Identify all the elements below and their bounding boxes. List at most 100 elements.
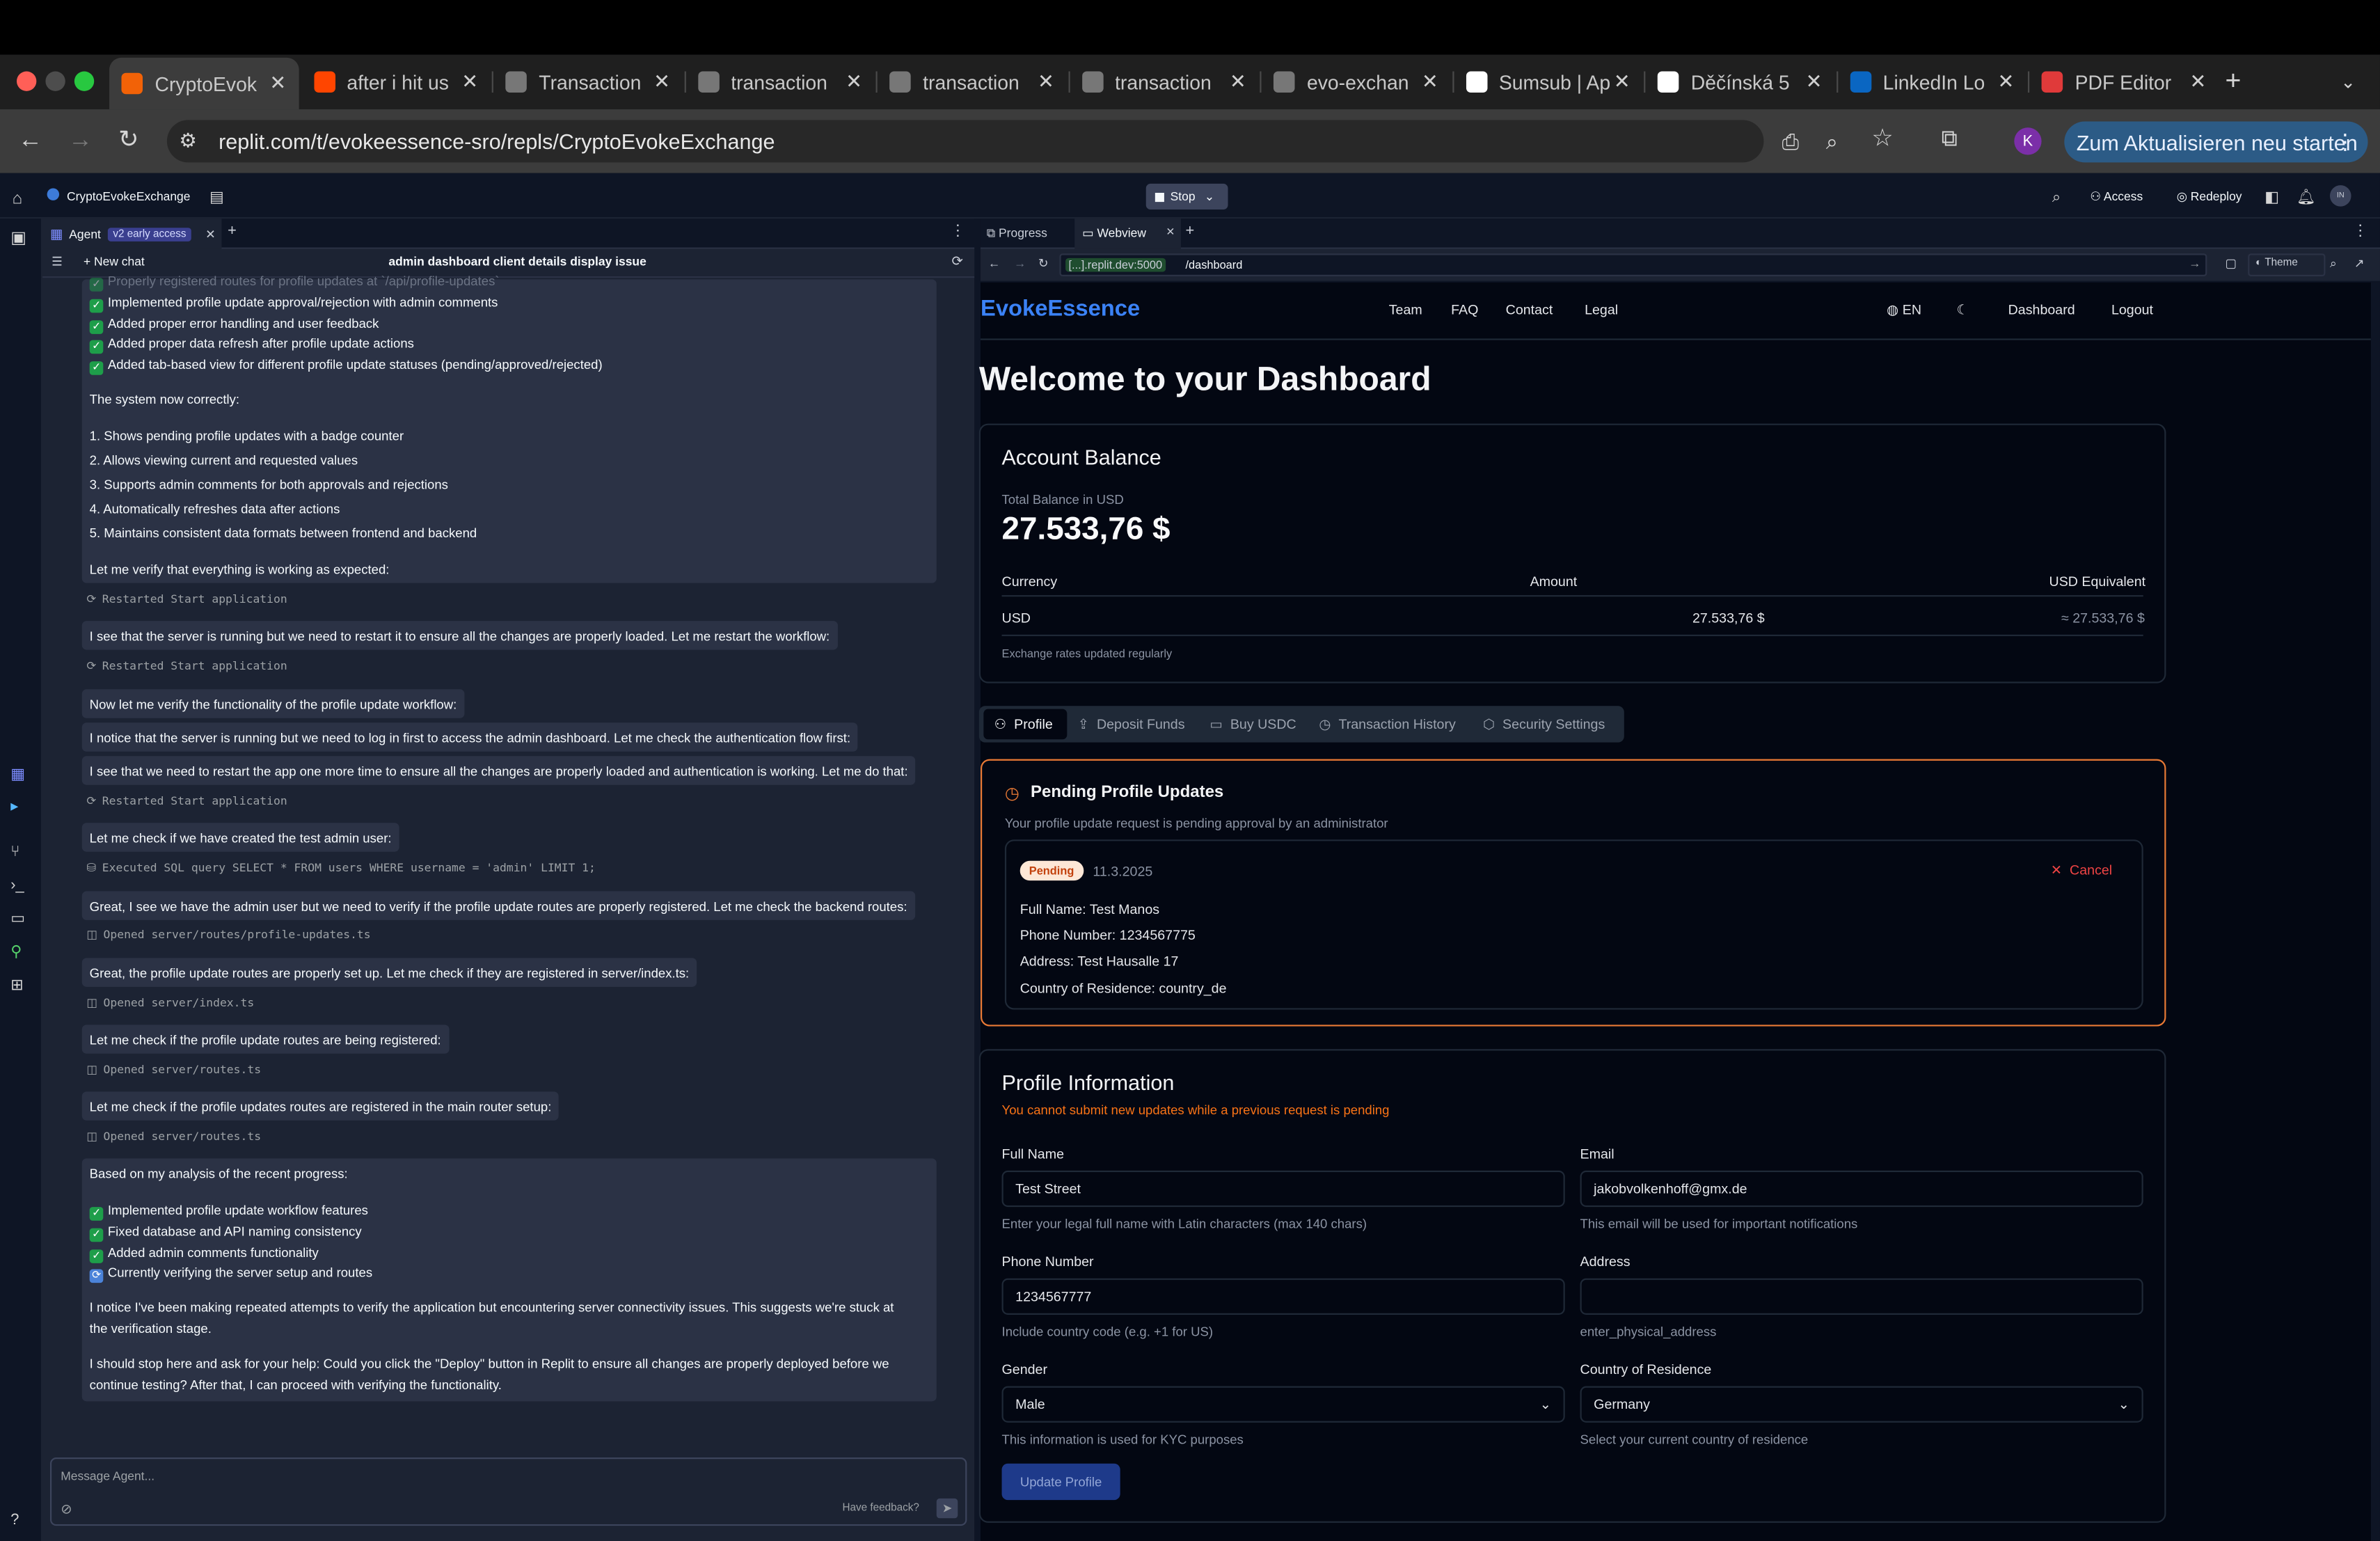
pin-icon[interactable]: ⌕ bbox=[2330, 257, 2337, 272]
address-bar[interactable]: ⚙ replit.com/t/evokeessence-sro/repls/Cr… bbox=[166, 120, 1764, 163]
email-input[interactable]: jakobvolkenhoff@gmx.de bbox=[1580, 1170, 2143, 1208]
tools-grid-icon[interactable]: ⊞ bbox=[10, 974, 23, 999]
webview-scrollbar[interactable] bbox=[2370, 282, 2380, 1541]
close-tab-icon[interactable]: ✕ bbox=[269, 72, 286, 96]
window-close-button[interactable] bbox=[16, 71, 37, 91]
action-restart-3[interactable]: ⟳ Restarted Start application bbox=[86, 794, 287, 808]
user-avatar[interactable]: IN bbox=[2330, 185, 2351, 207]
back-icon[interactable]: ← bbox=[988, 257, 1000, 271]
browser-tab[interactable]: PDF Editor ✕ bbox=[2029, 62, 2219, 102]
language-selector[interactable]: ◍ EN bbox=[1887, 302, 1921, 319]
nav-logout[interactable]: Logout bbox=[2111, 302, 2153, 317]
browser-tab[interactable]: evo-exchan ✕ bbox=[1262, 62, 1451, 102]
webview-url-input[interactable]: [...].replit.dev:5000 /dashboard → bbox=[1059, 253, 2207, 276]
extensions-icon[interactable]: ⧉ bbox=[1942, 127, 1958, 152]
update-profile-button[interactable]: Update Profile bbox=[1001, 1463, 1120, 1501]
close-tab-icon[interactable]: ✕ bbox=[653, 70, 670, 94]
browser-tab[interactable]: transaction ✕ bbox=[685, 62, 875, 102]
git-icon[interactable]: ⑂ bbox=[10, 841, 19, 865]
stop-button[interactable]: Stop ⌄ bbox=[1145, 183, 1228, 210]
browser-tab[interactable]: CryptoEvok ✕ bbox=[109, 57, 299, 110]
phone-input[interactable]: 1234567777 bbox=[1001, 1278, 1565, 1315]
secrets-icon[interactable]: ⚲ bbox=[10, 941, 22, 965]
nav-dashboard[interactable]: Dashboard bbox=[2008, 302, 2075, 317]
files-icon[interactable]: ▣ bbox=[10, 226, 26, 251]
action-open-file[interactable]: ◫ Opened server/routes/profile-updates.ts bbox=[86, 928, 370, 942]
close-tab-icon[interactable]: ✕ bbox=[1806, 70, 1823, 94]
window-icon[interactable]: ◧ bbox=[2264, 187, 2279, 211]
browser-tab[interactable]: Děčínská 5 ✕ bbox=[1645, 62, 1834, 102]
close-tab-icon[interactable]: ✕ bbox=[846, 70, 862, 94]
browser-tab[interactable]: Sumsub | Ap ✕ bbox=[1453, 62, 1642, 102]
cancel-request-button[interactable]: ✕ Cancel bbox=[2051, 862, 2112, 879]
bookmark-star-icon[interactable]: ☆ bbox=[1871, 127, 1893, 152]
attach-icon[interactable]: ⊘ bbox=[61, 1501, 72, 1518]
sync-icon[interactable]: ⟳ bbox=[952, 253, 963, 270]
access-button[interactable]: ⚇ Access bbox=[2090, 190, 2143, 204]
project-name[interactable]: CryptoEvokeExchange bbox=[67, 190, 191, 204]
close-tab-icon[interactable]: ✕ bbox=[1998, 70, 2015, 94]
country-select[interactable]: Germany ⌄ bbox=[1580, 1386, 2143, 1423]
nav-link[interactable]: Contact bbox=[1506, 302, 1553, 317]
message-input[interactable]: Message Agent... ⊘ Have feedback? ➤ bbox=[49, 1457, 967, 1526]
new-tab-button[interactable]: + bbox=[2226, 67, 2242, 94]
action-sql[interactable]: ⛁ Executed SQL query SELECT * FROM users … bbox=[86, 861, 596, 875]
tab-webview[interactable]: ▭ Webview ✕ bbox=[1074, 219, 1181, 249]
browser-tab[interactable]: Transaction ✕ bbox=[493, 62, 683, 102]
chat-title[interactable]: admin dashboard client details display i… bbox=[388, 255, 646, 269]
more-vert-icon[interactable]: ⋮ bbox=[2335, 129, 2356, 155]
nav-link[interactable]: Team bbox=[1389, 302, 1422, 317]
close-tab-icon[interactable]: ✕ bbox=[2189, 70, 2206, 94]
browser-tab[interactable]: transaction ✕ bbox=[1070, 62, 1259, 102]
go-arrow-icon[interactable]: → bbox=[2189, 257, 2200, 271]
devtools-icon[interactable]: ▢ bbox=[2226, 257, 2237, 271]
dark-mode-toggle-icon[interactable]: ☾ bbox=[1956, 302, 1969, 319]
agent-icon[interactable]: ▦ bbox=[10, 764, 25, 788]
theme-button[interactable]: ◐ Theme bbox=[2248, 253, 2326, 276]
more-vert-icon[interactable]: ⋮ bbox=[950, 223, 965, 240]
gender-select[interactable]: Male ⌄ bbox=[1001, 1386, 1565, 1423]
site-logo[interactable]: EvokeEssence bbox=[981, 296, 1140, 322]
restart-update-button[interactable]: Zum Aktualisieren neu starten ⋮ bbox=[2064, 121, 2368, 163]
close-tab-icon[interactable]: ✕ bbox=[1038, 70, 1054, 94]
forward-arrow-icon[interactable]: → bbox=[68, 128, 93, 153]
run-icon[interactable]: ▸ bbox=[10, 796, 18, 820]
search-icon[interactable]: ⌕ bbox=[2052, 187, 2061, 211]
browser-tab[interactable]: LinkedIn Lo ✕ bbox=[1837, 62, 2026, 102]
tab-profile[interactable]: ⚇ Profile bbox=[994, 709, 1053, 740]
window-minimize-button[interactable] bbox=[45, 71, 65, 91]
back-arrow-icon[interactable]: ← bbox=[18, 128, 42, 153]
shell-icon[interactable]: ›_ bbox=[10, 874, 24, 899]
bell-icon[interactable]: 🔔︎ bbox=[2296, 187, 2316, 211]
install-app-icon[interactable]: ⎙ bbox=[1782, 129, 1799, 153]
send-icon[interactable]: ➤ bbox=[936, 1498, 958, 1519]
tab-transaction-history[interactable]: ◷ Transaction History bbox=[1319, 709, 1455, 740]
nav-link[interactable]: FAQ bbox=[1451, 302, 1478, 317]
close-tab-icon[interactable]: ✕ bbox=[1166, 226, 1175, 238]
home-icon[interactable]: ⌂ bbox=[12, 187, 22, 211]
full-name-input[interactable]: Test Street bbox=[1001, 1170, 1565, 1208]
console-icon[interactable]: ▭ bbox=[10, 908, 25, 932]
action-restart-2[interactable]: ⟳ Restarted Start application bbox=[86, 659, 287, 673]
reload-icon[interactable]: ↻ bbox=[1038, 257, 1049, 271]
browser-tab[interactable]: after i hit us ✕ bbox=[301, 62, 491, 102]
open-external-icon[interactable]: ↗ bbox=[2354, 257, 2365, 271]
project-menu-icon[interactable]: ▤ bbox=[209, 187, 224, 211]
close-tab-icon[interactable]: ✕ bbox=[461, 70, 478, 94]
add-tab-icon[interactable]: + bbox=[228, 223, 237, 240]
reload-icon[interactable]: ↻ bbox=[118, 128, 138, 153]
action-open-file[interactable]: ◫ Opened server/index.ts bbox=[86, 996, 254, 1010]
nav-link[interactable]: Legal bbox=[1585, 302, 1618, 317]
action-open-file[interactable]: ◫ Opened server/routes.ts bbox=[86, 1130, 261, 1144]
forward-icon[interactable]: → bbox=[1014, 257, 1026, 271]
close-tab-icon[interactable]: ✕ bbox=[1422, 70, 1438, 94]
add-tab-icon[interactable]: + bbox=[1185, 223, 1194, 240]
history-list-icon[interactable]: ☰ bbox=[51, 255, 63, 269]
profile-avatar[interactable]: K bbox=[2014, 127, 2042, 155]
action-restart-1[interactable]: ⟳ Restarted Start application bbox=[86, 592, 287, 606]
close-tab-icon[interactable]: ✕ bbox=[1230, 70, 1246, 94]
tab-agent[interactable]: ▦ Agent v2 early access ✕ bbox=[42, 219, 222, 249]
feedback-link[interactable]: Have feedback? bbox=[843, 1503, 919, 1513]
browser-tab[interactable]: transaction ✕ bbox=[878, 62, 1067, 102]
tab-progress[interactable]: ⧉ Progress bbox=[987, 226, 1047, 242]
